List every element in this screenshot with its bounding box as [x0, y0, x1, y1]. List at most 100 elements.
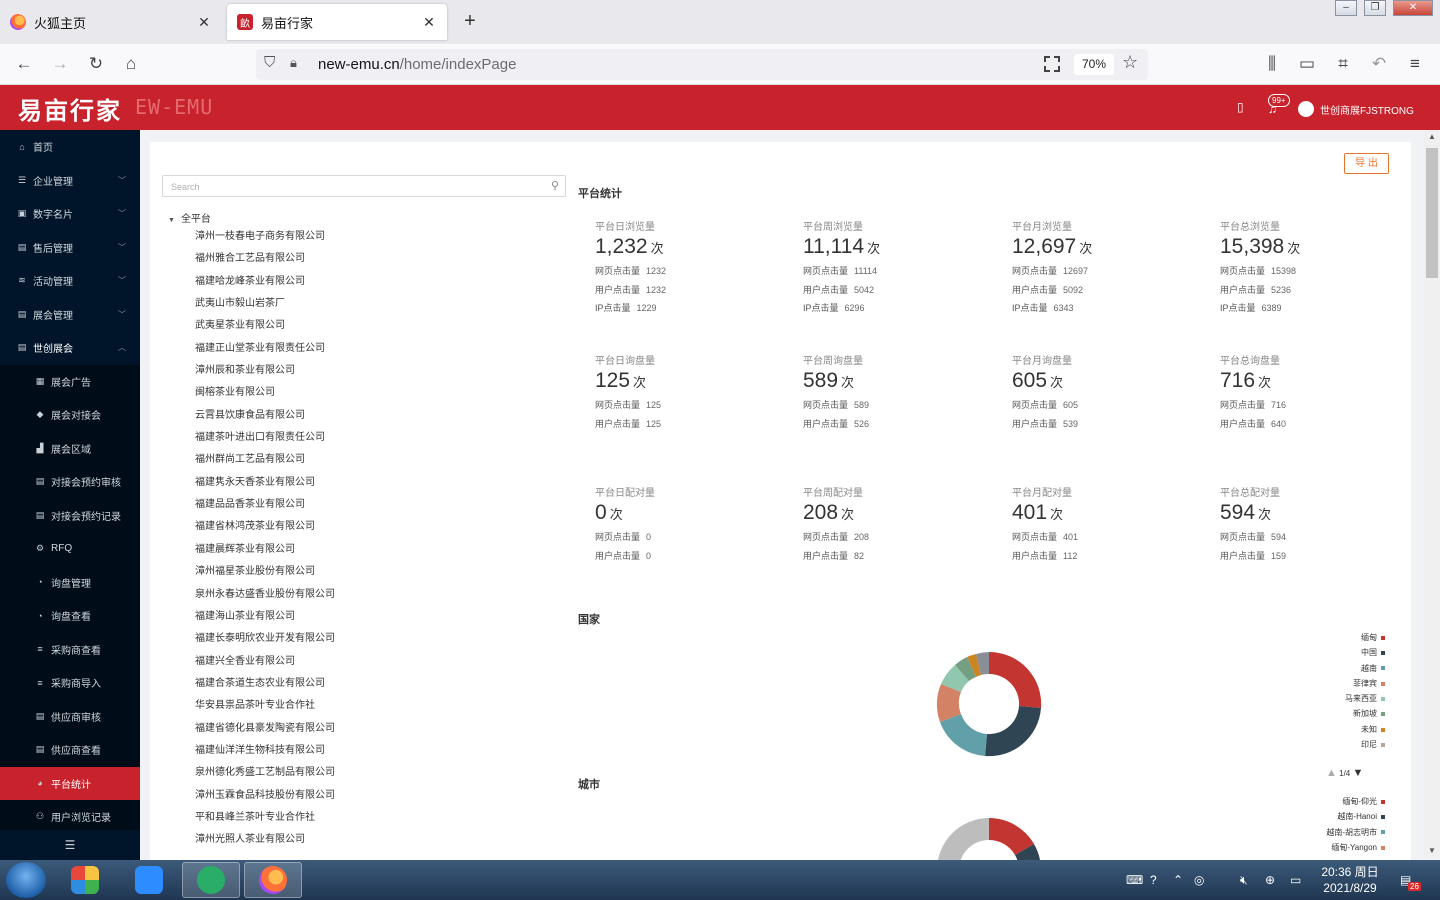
speaker-mute-icon[interactable]: 🔇︎ — [1240, 873, 1248, 888]
sidebar-item[interactable]: ≡ 采购商查看 — [0, 632, 140, 666]
tree-node-company[interactable]: 福建长泰明欣农业开发有限公司 — [195, 628, 565, 650]
sidebar-item[interactable]: ▤ 对接会预约审核 — [0, 465, 140, 499]
scroll-down-icon[interactable]: ▼ — [1424, 846, 1440, 855]
tree-node-company[interactable]: 福建仙洋洋生物科技有限公司 — [195, 740, 565, 762]
keyboard-icon[interactable]: ⌨ — [1126, 873, 1143, 887]
sidebar-toggle-icon[interactable]: ▭ — [1297, 54, 1317, 74]
avatar[interactable] — [1298, 101, 1314, 117]
arrow-up-icon[interactable]: ⌃ — [1173, 873, 1183, 887]
city-donut-chart[interactable] — [933, 814, 1045, 860]
url-bar[interactable]: ⛉ 🔒︎ new-emu.cn/home/indexPage 70% ☆ — [256, 49, 1148, 80]
tree-node-company[interactable]: 福建海山茶业有限公司 — [195, 606, 565, 628]
security-icon[interactable]: ⊕ — [1265, 873, 1275, 887]
taskbar-app-firefox[interactable] — [244, 862, 302, 898]
sidebar-item[interactable]: ◔ 询盘查看 — [0, 599, 140, 633]
legend-pager[interactable]: ▲ 1/4 ▼ — [1326, 767, 1363, 779]
triangle-up-icon[interactable]: ▲ — [1326, 767, 1337, 779]
tree-node-company[interactable]: 福建哈龙峰茶业有限公司 — [195, 271, 565, 293]
library-icon[interactable]: ⫼ — [1262, 54, 1282, 74]
tree-node-company[interactable]: 福建茶叶进出口有限责任公司 — [195, 427, 565, 449]
scroll-up-icon[interactable]: ▲ — [1424, 132, 1440, 141]
tree-node-company[interactable]: 漳州辰和茶业有限公司 — [195, 360, 565, 382]
sidebar-item[interactable]: ▤ 供应商审核 — [0, 699, 140, 733]
reload-icon[interactable]: ↻ — [86, 54, 106, 74]
legend-item[interactable]: 缅甸-Yangon — [1285, 840, 1385, 855]
legend-item[interactable]: 菲律宾 — [1285, 676, 1385, 691]
zoom-level-badge[interactable]: 70% — [1074, 54, 1114, 75]
new-tab-button[interactable]: + — [458, 10, 482, 33]
sidebar-item[interactable]: ▤ 展会管理 ﹀ — [0, 298, 140, 332]
screenshot-icon[interactable]: ⌗ — [1333, 54, 1353, 74]
legend-item[interactable]: 未知 — [1285, 722, 1385, 737]
sidebar-item[interactable]: ≋ 活动管理 ﹀ — [0, 264, 140, 298]
sidebar-collapse-button[interactable]: ☰ — [0, 830, 140, 860]
tree-node-company[interactable]: 武夷山市毅山岩茶厂 — [195, 293, 565, 315]
export-button[interactable]: 导 出 — [1344, 153, 1389, 174]
forward-icon[interactable]: → — [50, 54, 70, 74]
donut-slice-others[interactable] — [937, 818, 989, 860]
tree-node-company[interactable]: 漳州玉霖食品科技股份有限公司 — [195, 785, 565, 807]
legend-item[interactable]: 越南-胡志明市 — [1285, 825, 1385, 840]
taskbar-app-wechat[interactable] — [182, 862, 240, 898]
tree-node-company[interactable]: 武夷星茶业有限公司 — [195, 315, 565, 337]
bookmark-star-icon[interactable]: ☆ — [1122, 52, 1138, 73]
app-tray-icon[interactable]: ◎ — [1194, 873, 1204, 887]
document-icon[interactable]: ▯ — [1237, 100, 1244, 114]
legend-item[interactable]: 中国 — [1285, 645, 1385, 660]
sidebar-item[interactable]: ☰ 企业管理 ﹀ — [0, 164, 140, 198]
legend-item[interactable]: 新加坡 — [1285, 706, 1385, 721]
tree-root-node[interactable]: ▼ 全平台 — [168, 210, 211, 225]
tree-node-company[interactable]: 漳州一枝春电子商务有限公司 — [195, 226, 565, 248]
tree-node-company[interactable]: 漳州福星茶业股份有限公司 — [195, 561, 565, 583]
sidebar-item[interactable]: ◆ 展会对接会 — [0, 398, 140, 432]
caret-down-icon[interactable]: ▼ — [168, 217, 175, 224]
legend-item[interactable]: 印尼 — [1285, 737, 1385, 752]
donut-slice-myanmar[interactable] — [989, 651, 1042, 708]
legend-item[interactable]: 越南-Hanoi — [1285, 809, 1385, 824]
qr-code-icon[interactable] — [1044, 56, 1060, 72]
tree-node-company[interactable]: 福建隽永天香茶业有限公司 — [195, 472, 565, 494]
legend-item[interactable]: 马来西亚 — [1285, 691, 1385, 706]
legend-item[interactable]: 缅甸-仰光 — [1285, 794, 1385, 809]
search-input[interactable]: Search ⚲ — [162, 175, 566, 197]
back-icon[interactable]: ← — [14, 54, 34, 74]
search-icon[interactable]: ⚲ — [551, 179, 559, 192]
sidebar-item[interactable]: ⚇ 用户浏览记录 — [0, 800, 140, 834]
sidebar-item[interactable]: ▟ 展会区域 — [0, 431, 140, 465]
sidebar-item[interactable]: ◔ 询盘管理 — [0, 565, 140, 599]
tab-emu[interactable]: 畝 易亩行家 ✕ — [227, 4, 447, 40]
url-text[interactable]: new-emu.cn/home/indexPage — [318, 56, 516, 73]
undo-icon[interactable]: ↶ — [1369, 54, 1389, 74]
tree-node-company[interactable]: 华安县祟品茶叶专业合作社 — [195, 695, 565, 717]
close-icon[interactable]: ✕ — [421, 14, 437, 31]
legend-item[interactable]: 越南 — [1285, 661, 1385, 676]
home-icon[interactable]: ⌂ — [121, 54, 141, 74]
window-close-button[interactable]: ✕ — [1393, 0, 1433, 16]
page-scrollbar[interactable]: ▲ ▼ — [1424, 130, 1440, 860]
tree-node-company[interactable]: 福建省德化县豪发陶瓷有限公司 — [195, 718, 565, 740]
tree-node-company[interactable]: 泉州永春达盛香业股份有限公司 — [195, 584, 565, 606]
window-maximize-button[interactable]: ❐ — [1364, 0, 1386, 16]
tree-node-company[interactable]: 闽榕茶业有限公司 — [195, 382, 565, 404]
legend-item[interactable]: 缅甸 — [1285, 630, 1385, 645]
tree-node-company[interactable]: 云霄县饮康食品有限公司 — [195, 405, 565, 427]
app-logo[interactable]: 易亩行家 — [18, 91, 122, 126]
network-icon[interactable]: ▭ — [1290, 873, 1301, 887]
triangle-down-icon[interactable]: ▼ — [1352, 767, 1363, 779]
donut-slice-china[interactable] — [985, 706, 1041, 757]
tree-node-company[interactable]: 福州群尚工艺品有限公司 — [195, 449, 565, 471]
sidebar-item[interactable]: ▤ 对接会预约记录 — [0, 498, 140, 532]
user-name[interactable]: 世创商展FJSTRONG — [1320, 102, 1414, 117]
sidebar-item[interactable]: ◕ 平台统计 — [0, 766, 140, 800]
tree-node-company[interactable]: 泉州德化秀盛工艺制品有限公司 — [195, 762, 565, 784]
shield-icon[interactable]: ⛉ — [264, 54, 275, 71]
donut-slice-vietnam[interactable] — [940, 714, 987, 756]
sidebar-item[interactable]: ▤ 世创展会 ︿ — [0, 331, 140, 365]
country-donut-chart[interactable] — [933, 648, 1045, 760]
sidebar-item[interactable]: ▤ 供应商查看 — [0, 733, 140, 767]
tree-node-company[interactable]: 平和县峰兰茶叶专业合作社 — [195, 807, 565, 829]
sidebar-item[interactable]: ⌂ 首页 — [0, 130, 140, 164]
tree-node-company[interactable]: 福州雅合工艺品有限公司 — [195, 248, 565, 270]
sidebar-item[interactable]: ▦ 展会广告 — [0, 364, 140, 398]
tree-node-company[interactable]: 福建兴全香业有限公司 — [195, 651, 565, 673]
